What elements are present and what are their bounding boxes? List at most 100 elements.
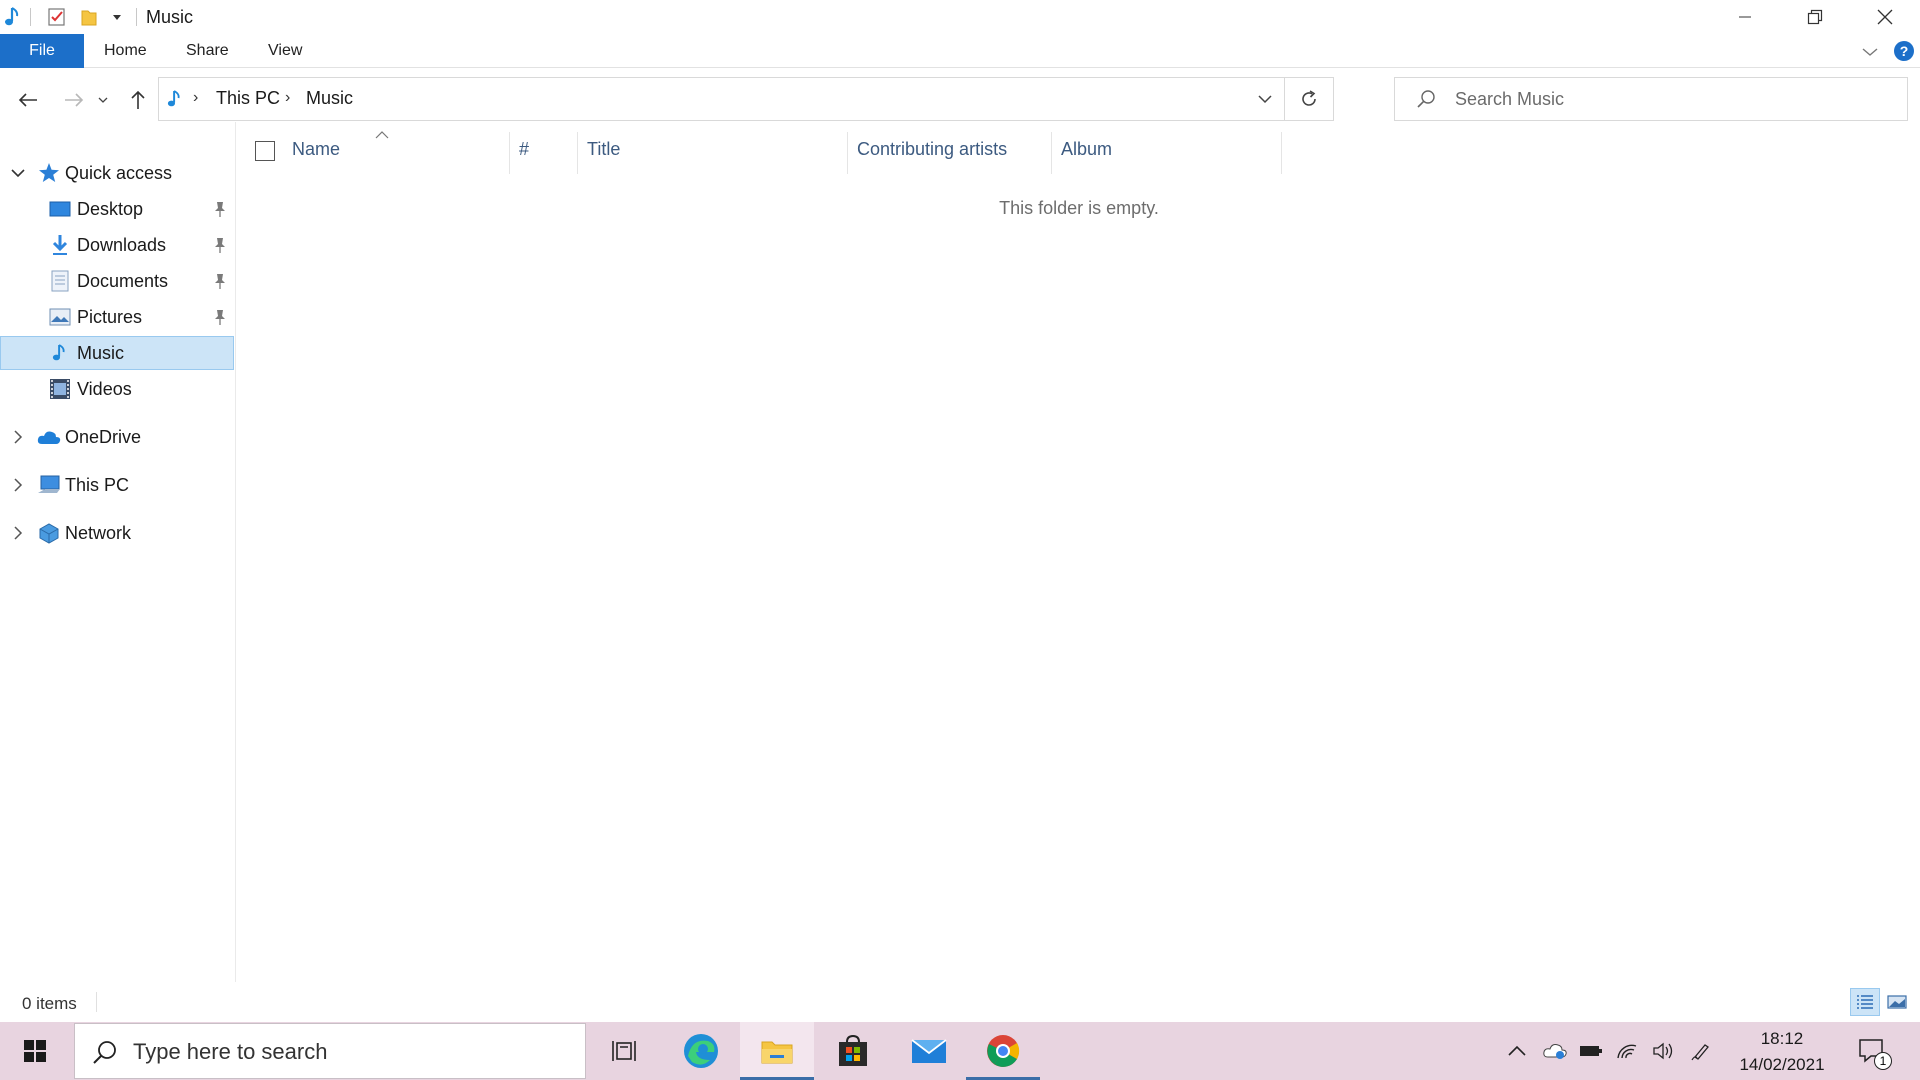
nav-item-this-pc[interactable]: This PC (0, 468, 234, 502)
nav-item-videos[interactable]: Videos (0, 372, 234, 406)
nav-quick-access[interactable]: Quick access (0, 156, 234, 190)
refresh-button[interactable] (1285, 78, 1333, 120)
clock[interactable]: 18:12 14/02/2021 (1730, 1026, 1834, 1078)
back-button[interactable] (12, 84, 44, 116)
tab-view[interactable]: View (268, 34, 302, 68)
show-hidden-icons-button[interactable] (1500, 1022, 1534, 1080)
clock-date: 14/02/2021 (1739, 1055, 1825, 1074)
chrome-icon (987, 1035, 1020, 1067)
expand-chevron-icon[interactable] (10, 429, 26, 445)
properties-icon[interactable] (46, 5, 68, 29)
tab-home[interactable]: Home (104, 34, 147, 68)
desktop-icon (48, 197, 72, 221)
chrome-button[interactable] (966, 1022, 1040, 1080)
tab-file[interactable]: File (0, 34, 84, 68)
breadcrumb-chevron-icon[interactable]: › (285, 89, 290, 107)
pin-icon[interactable] (212, 308, 228, 326)
tab-share[interactable]: Share (186, 34, 229, 68)
breadcrumb-music[interactable]: Music (306, 88, 353, 109)
column-divider[interactable] (847, 132, 848, 174)
microsoft-store-button[interactable] (816, 1022, 890, 1080)
action-center-button[interactable]: 1 (1850, 1022, 1892, 1080)
volume-icon[interactable] (1646, 1022, 1680, 1080)
nav-item-onedrive[interactable]: OneDrive (0, 420, 234, 454)
wifi-icon[interactable] (1610, 1022, 1644, 1080)
nav-item-desktop[interactable]: Desktop (0, 192, 234, 226)
column-divider[interactable] (1281, 132, 1282, 174)
pin-icon[interactable] (212, 200, 228, 218)
star-icon (37, 161, 61, 185)
pin-icon[interactable] (212, 272, 228, 290)
start-button[interactable] (0, 1022, 70, 1080)
nav-item-pictures[interactable]: Pictures (0, 300, 234, 334)
column-divider[interactable] (1051, 132, 1052, 174)
clock-time: 18:12 (1760, 1029, 1804, 1048)
nav-label: Documents (77, 270, 169, 291)
nav-item-documents[interactable]: Documents (0, 264, 234, 298)
column-divider[interactable] (509, 132, 510, 174)
pin-icon[interactable] (212, 236, 228, 254)
minimize-button[interactable] (1710, 0, 1780, 34)
windows-icon (24, 1040, 46, 1062)
downloads-icon (48, 233, 72, 257)
recent-locations-icon[interactable] (92, 84, 114, 116)
music-icon (48, 341, 72, 365)
expand-ribbon-icon[interactable] (1860, 42, 1880, 62)
store-icon (839, 1034, 867, 1066)
search-icon (1415, 88, 1437, 110)
task-view-icon (612, 1041, 636, 1061)
up-button[interactable] (122, 84, 154, 116)
taskbar: Type here to search 18:12 14/02/2021 1 (0, 1022, 1920, 1080)
new-folder-icon[interactable] (78, 5, 100, 29)
pictures-icon (48, 305, 72, 329)
customize-toolbar-icon[interactable] (106, 5, 128, 29)
nav-label: Desktop (77, 198, 144, 219)
column-header-name[interactable]: Name (292, 132, 340, 166)
search-input[interactable]: Search Music (1394, 77, 1908, 121)
breadcrumb-this-pc[interactable]: This PC (216, 88, 280, 109)
task-view-button[interactable] (588, 1022, 662, 1080)
mail-icon (911, 1039, 947, 1063)
nav-item-music[interactable]: Music (0, 336, 234, 370)
nav-item-network[interactable]: Network (0, 516, 234, 550)
music-icon[interactable] (2, 5, 24, 29)
file-explorer-button[interactable] (740, 1022, 814, 1080)
nav-label: Network (65, 522, 132, 543)
address-history-dropdown[interactable] (1245, 78, 1285, 120)
breadcrumb-chevron-icon[interactable]: › (193, 89, 198, 107)
notification-badge: 1 (1874, 1052, 1892, 1070)
nav-label: OneDrive (65, 426, 142, 447)
column-header-number[interactable]: # (519, 132, 529, 166)
select-all-checkbox[interactable] (255, 141, 275, 161)
title-bar: Music (0, 0, 1920, 34)
battery-icon[interactable] (1574, 1022, 1608, 1080)
taskbar-search-placeholder: Type here to search (133, 1039, 328, 1064)
large-icons-view-button[interactable] (1882, 988, 1912, 1016)
file-list[interactable]: Name # Title Contributing artists Album … (237, 122, 1920, 982)
chevron-up-icon (1508, 1045, 1526, 1056)
help-icon[interactable]: ? (1894, 41, 1914, 61)
forward-button[interactable] (58, 84, 90, 116)
onedrive-icon (37, 425, 61, 449)
column-header-album[interactable]: Album (1061, 132, 1112, 166)
collapse-chevron-icon[interactable] (10, 165, 26, 181)
onedrive-sync-icon[interactable] (1538, 1022, 1572, 1080)
taskbar-search-box[interactable]: Type here to search (74, 1023, 586, 1079)
expand-chevron-icon[interactable] (10, 477, 26, 493)
edge-browser-button[interactable] (664, 1022, 738, 1080)
sort-ascending-icon (375, 126, 391, 139)
column-divider[interactable] (577, 132, 578, 174)
pen-ink-icon[interactable] (1684, 1022, 1718, 1080)
column-header-title[interactable]: Title (587, 132, 620, 166)
mail-button[interactable] (892, 1022, 966, 1080)
restore-button[interactable] (1780, 0, 1850, 34)
empty-folder-message: This folder is empty. (999, 198, 1159, 218)
nav-label: Downloads (77, 234, 167, 255)
close-button[interactable] (1850, 0, 1920, 34)
details-view-button[interactable] (1850, 988, 1880, 1016)
status-bar: 0 items (0, 982, 1920, 1022)
address-bar[interactable]: › This PC › Music (158, 77, 1334, 121)
expand-chevron-icon[interactable] (10, 525, 26, 541)
column-header-contributing-artists[interactable]: Contributing artists (857, 132, 1007, 166)
nav-item-downloads[interactable]: Downloads (0, 228, 234, 262)
